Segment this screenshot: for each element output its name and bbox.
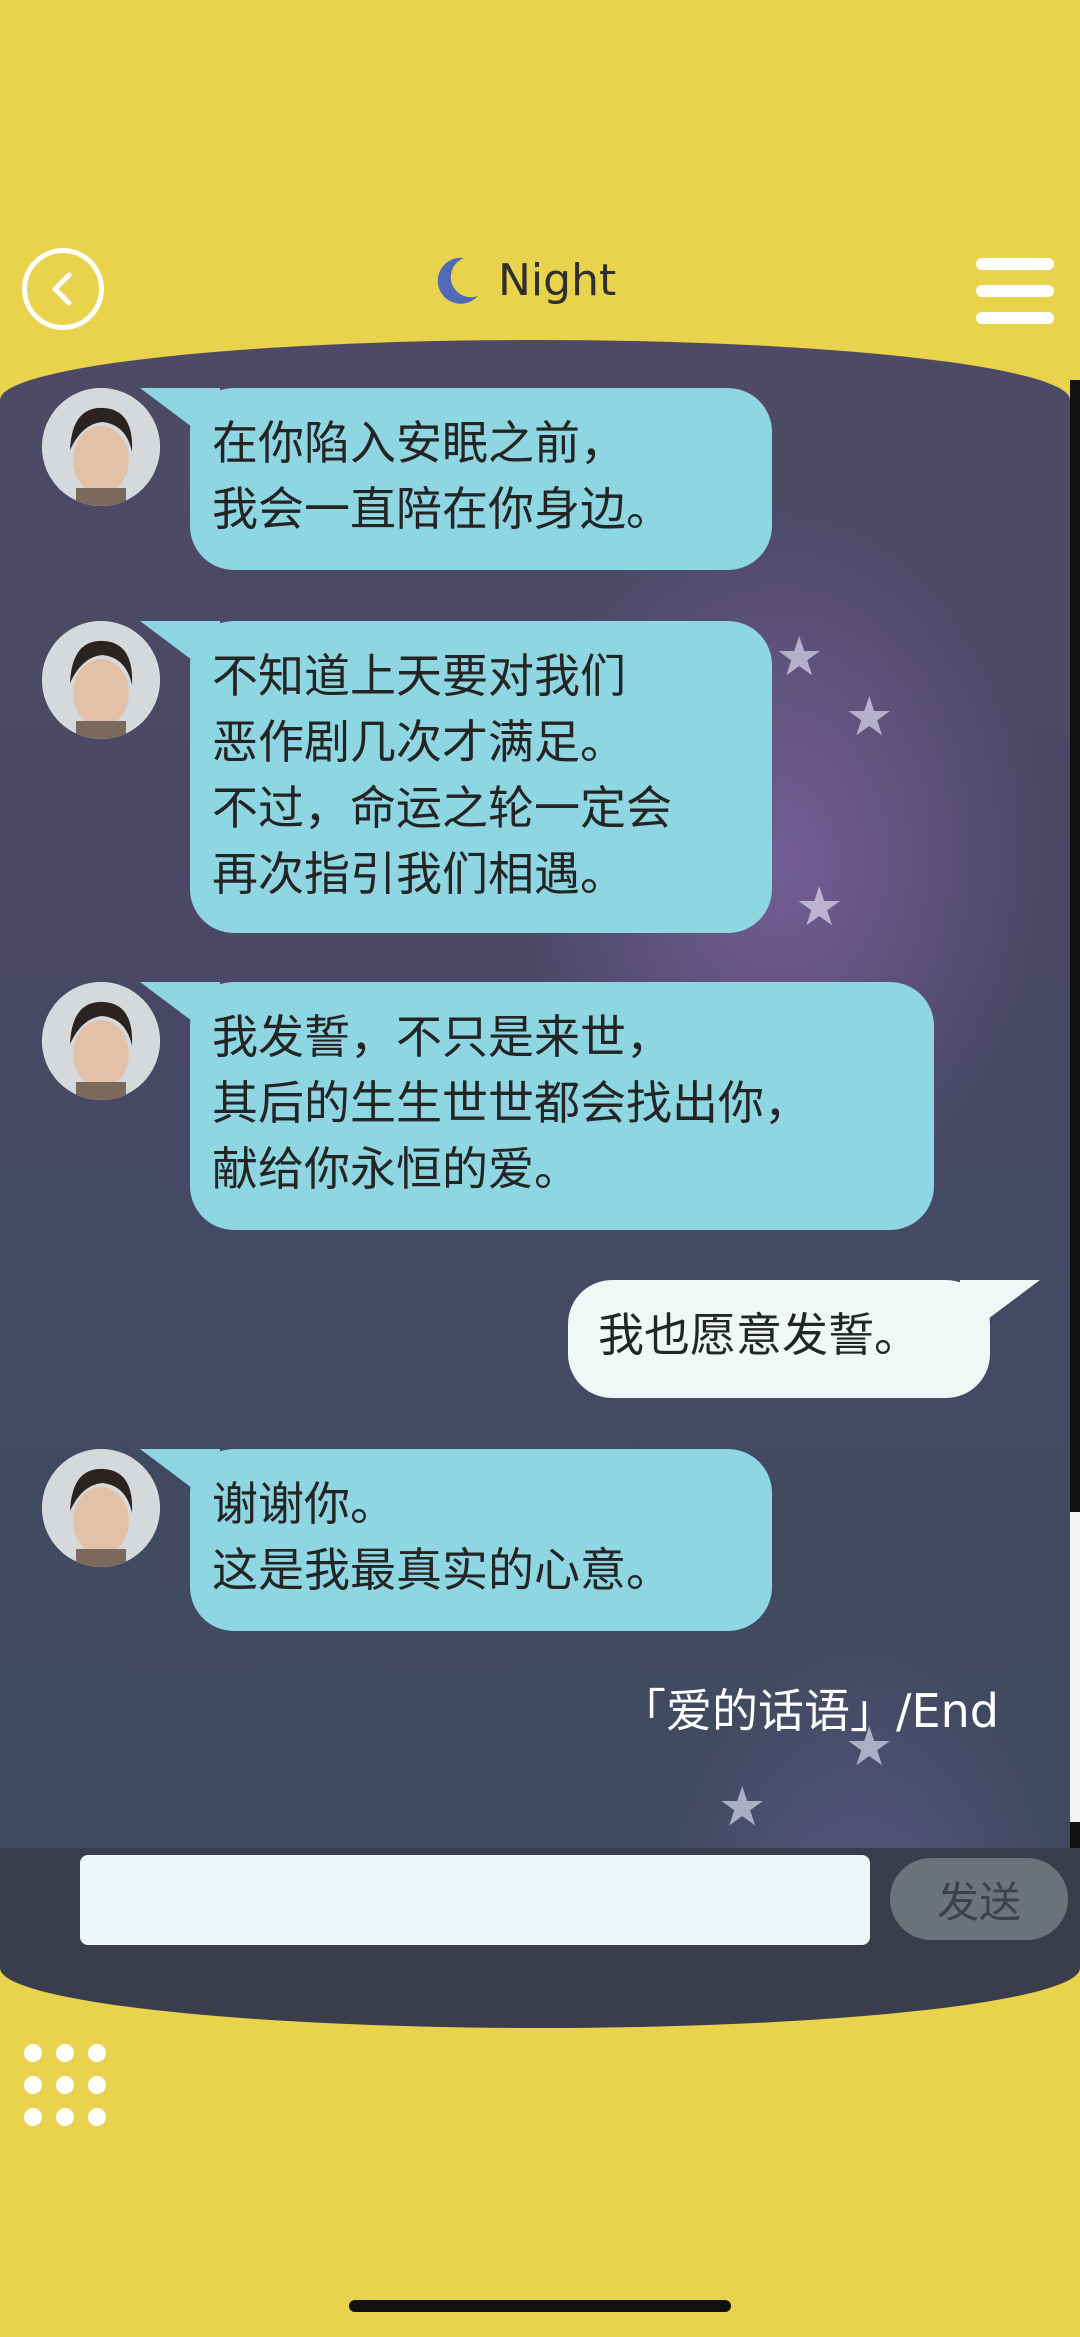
back-arrow-icon bbox=[52, 272, 72, 306]
grid-dot bbox=[88, 2044, 106, 2062]
send-button[interactable]: 发送 bbox=[890, 1858, 1068, 1940]
story-end-label: 「爱的话语」/End bbox=[620, 1684, 999, 1738]
message-line: 再次指引我们相遇。 bbox=[212, 847, 626, 901]
message-line: 在你陷入安眠之前， bbox=[212, 416, 626, 470]
menu-icon-bar bbox=[976, 312, 1054, 324]
menu-icon-bar bbox=[976, 285, 1054, 297]
grid-dot bbox=[88, 2076, 106, 2094]
star-decoration-icon: ★ bbox=[795, 875, 844, 938]
grid-dot bbox=[24, 2076, 42, 2094]
message-bubble-received[interactable]: 谢谢你。 这是我最真实的心意。 bbox=[190, 1449, 772, 1631]
message-line: 我发誓，不只是来世， bbox=[212, 1010, 672, 1064]
grid-dot bbox=[56, 2076, 74, 2094]
scrollbar-thumb[interactable] bbox=[1070, 1512, 1080, 1822]
message-input[interactable] bbox=[80, 1855, 870, 1945]
message-line: 不知道上天要对我们 bbox=[212, 649, 626, 703]
message-line: 这是我最真实的心意。 bbox=[212, 1543, 672, 1597]
message-bubble-received[interactable]: 我发誓，不只是来世， 其后的生生世世都会找出你， 献给你永恒的爱。 bbox=[190, 982, 934, 1230]
message-line: 其后的生生世世都会找出你， bbox=[212, 1076, 810, 1130]
menu-button[interactable] bbox=[976, 258, 1054, 324]
star-decoration-icon: ★ bbox=[718, 1775, 767, 1838]
grid-dot bbox=[24, 2044, 42, 2062]
crescent-moon-icon bbox=[437, 257, 478, 304]
message-line: 恶作剧几次才满足。 bbox=[212, 715, 626, 769]
grid-dot bbox=[24, 2108, 42, 2126]
message-line: 不过，命运之轮一定会 bbox=[212, 781, 672, 835]
message-line: 谢谢你。 bbox=[212, 1477, 396, 1531]
message-line: 献给你永恒的爱。 bbox=[212, 1142, 580, 1196]
message-bubble-received[interactable]: 在你陷入安眠之前， 我会一直陪在你身边。 bbox=[190, 388, 772, 570]
grid-menu-icon[interactable] bbox=[24, 2044, 106, 2126]
message-bubble-sent[interactable]: 我也愿意发誓。 bbox=[568, 1280, 990, 1398]
message-line: 我也愿意发誓。 bbox=[598, 1308, 920, 1362]
star-decoration-icon: ★ bbox=[845, 685, 894, 748]
grid-dot bbox=[56, 2044, 74, 2062]
menu-icon-bar bbox=[976, 258, 1054, 270]
grid-dot bbox=[88, 2108, 106, 2126]
header-title-group: Night bbox=[430, 248, 616, 312]
home-indicator[interactable] bbox=[349, 2300, 731, 2312]
page-title: Night bbox=[498, 254, 617, 306]
back-button[interactable] bbox=[22, 248, 104, 330]
message-bubble-received[interactable]: 不知道上天要对我们 恶作剧几次才满足。 不过，命运之轮一定会 再次指引我们相遇。 bbox=[190, 621, 772, 933]
grid-dot bbox=[56, 2108, 74, 2126]
star-decoration-icon: ★ bbox=[775, 625, 824, 688]
message-line: 我会一直陪在你身边。 bbox=[212, 482, 672, 536]
